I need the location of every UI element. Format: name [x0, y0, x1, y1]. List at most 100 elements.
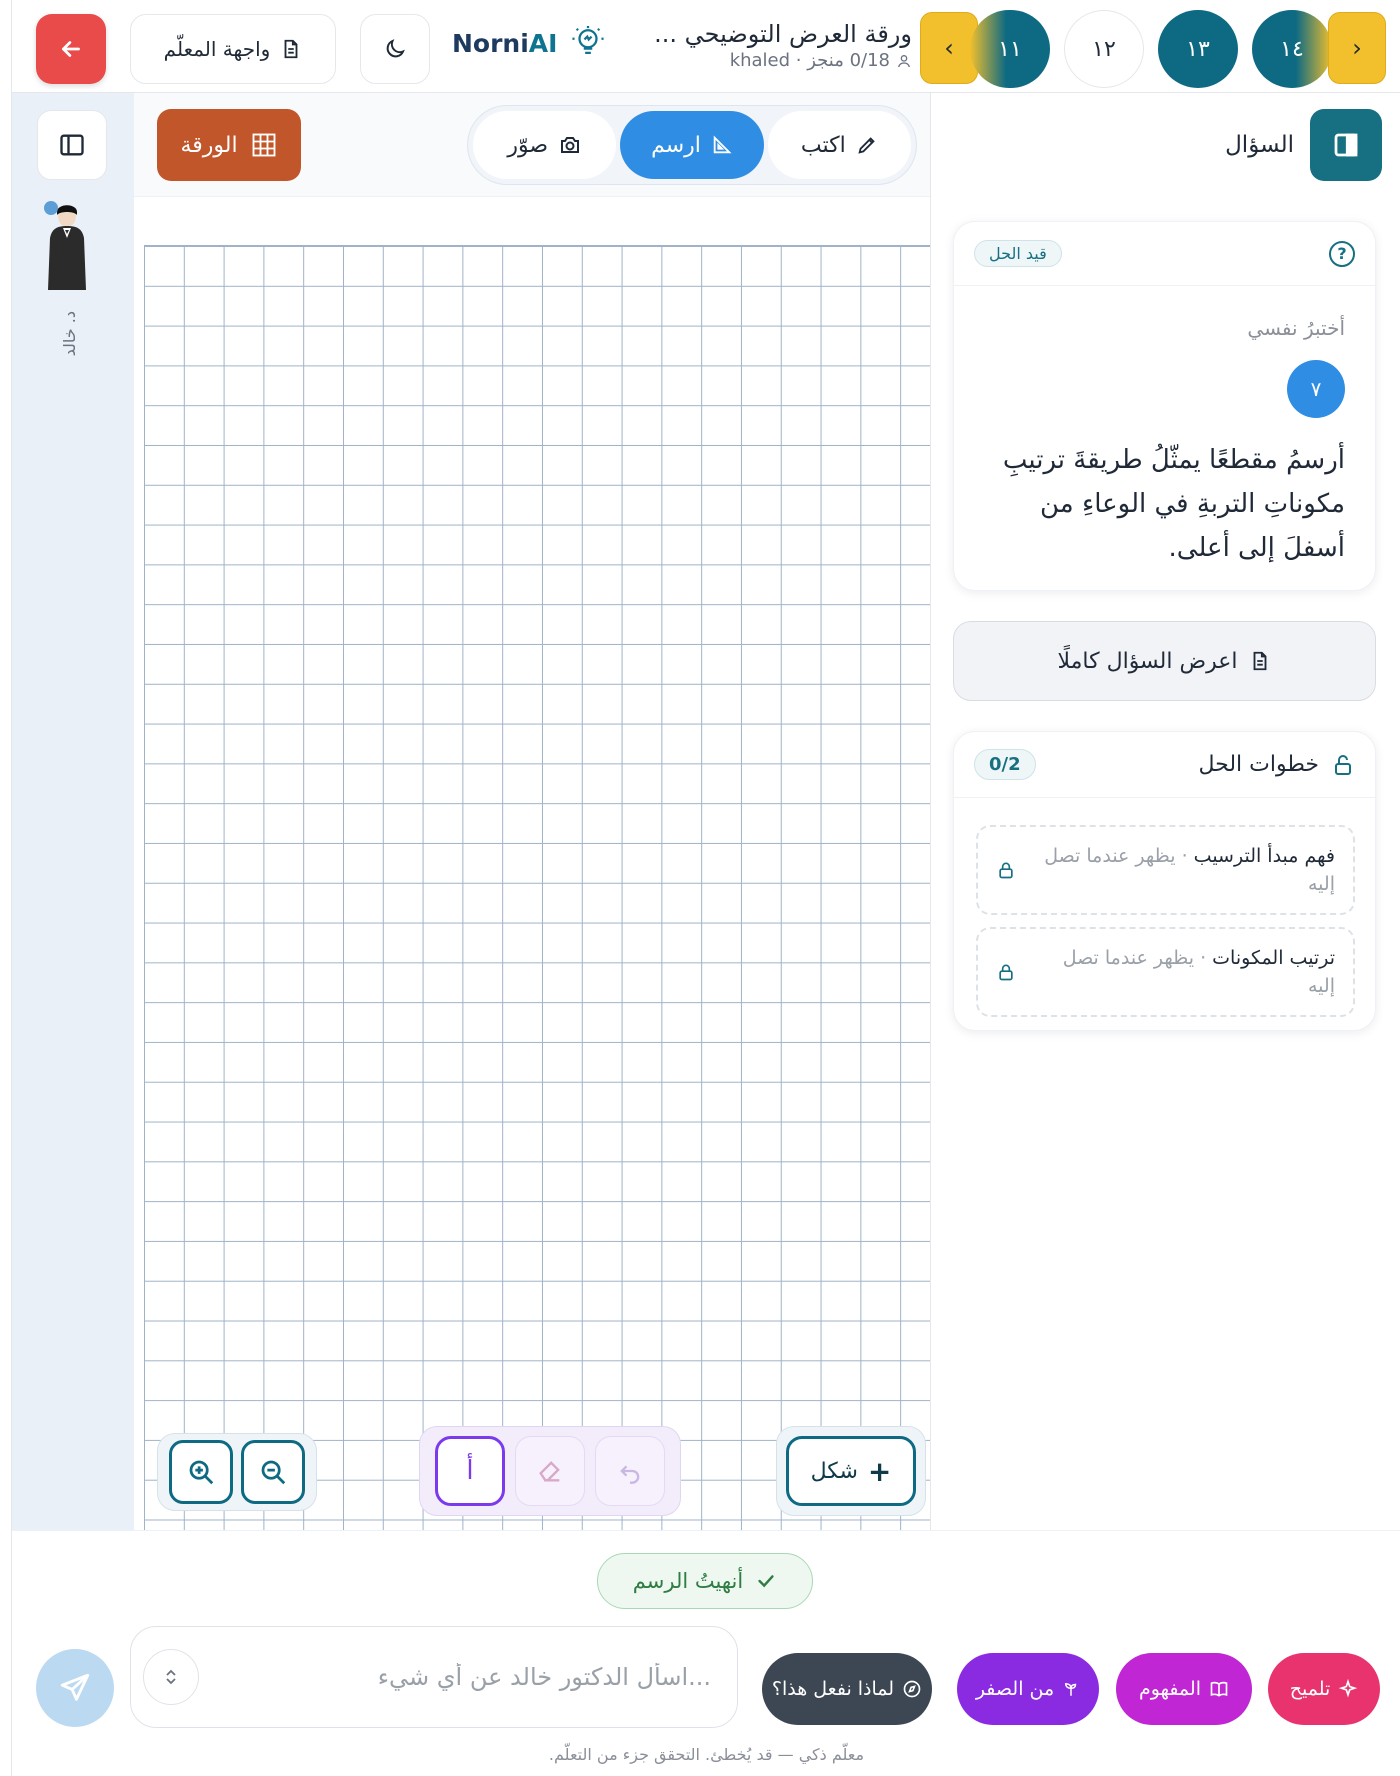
- graph-paper-canvas[interactable]: [144, 245, 930, 1531]
- solution-step-1: فهم مبدأ الترسيب · يظهر عندما تصل إليه: [976, 825, 1355, 915]
- drawing-tools: أ: [419, 1426, 681, 1516]
- eraser-button[interactable]: [515, 1436, 585, 1506]
- brand: NorniAI: [452, 24, 605, 62]
- undo-button[interactable]: [595, 1436, 665, 1506]
- page-14[interactable]: ١٤: [1252, 10, 1332, 88]
- lock-icon: [999, 862, 1013, 879]
- zoom-out-button[interactable]: [241, 1440, 305, 1504]
- panel-toggle-button[interactable]: [1310, 109, 1382, 181]
- mode-write[interactable]: اكتب: [767, 111, 911, 179]
- question-text: أرسمُ مقطعًا يمثّلُ طريقةَ ترتيبِ مكونات…: [1002, 445, 1345, 563]
- sprout-icon: [1065, 1682, 1077, 1696]
- canvas-toolbar: الورقة صوّر ارسم اكتب: [134, 93, 930, 197]
- triangle-ruler-icon: [713, 135, 732, 154]
- zoom-in-icon: [189, 1460, 214, 1485]
- hint-chip[interactable]: تلميح: [1268, 1653, 1380, 1725]
- show-full-question-button[interactable]: اعرض السؤال كاملًا: [953, 621, 1376, 701]
- zoom-in-button[interactable]: [169, 1440, 233, 1504]
- finish-drawing-label: أنهيتُ الرسم: [632, 1569, 744, 1593]
- shape-label: شكل: [810, 1458, 858, 1484]
- grid-icon: [252, 133, 275, 157]
- from-scratch-chip[interactable]: من الصفر: [957, 1653, 1099, 1725]
- document-info: ورقة العرض التوضيحي ... 0/18 منجز · khal…: [622, 20, 912, 71]
- zoom-out-icon: [261, 1460, 286, 1485]
- pencil-icon: [858, 137, 875, 154]
- back-button[interactable]: [36, 14, 106, 84]
- pager-next-button[interactable]: ›: [1328, 12, 1386, 84]
- text-tool-button[interactable]: أ: [435, 1436, 505, 1506]
- expand-stepper[interactable]: [143, 1649, 199, 1705]
- question-number: ٧: [1287, 360, 1345, 418]
- send-button[interactable]: [36, 1649, 114, 1727]
- app-frame: واجهة المعلّم NorniAI ورقة العرض التوضيح…: [11, 0, 1400, 1776]
- question-subtitle: أختبرُ نفسي: [1247, 316, 1345, 340]
- chat-input[interactable]: [211, 1647, 711, 1707]
- zoom-controls: [157, 1433, 317, 1511]
- step-1-text: فهم مبدأ الترسيب · يظهر عندما تصل إليه: [1044, 845, 1335, 895]
- add-shape-button[interactable]: شكل +: [786, 1436, 916, 1506]
- dark-mode-toggle[interactable]: [360, 14, 430, 84]
- camera-icon: [561, 137, 579, 153]
- question-panel: السؤال قيد الحل ? أختبرُ نفسي ٧ أرسمُ مق…: [930, 93, 1400, 1530]
- disclaimer-text: معلّم ذكي — قد يُخطئ. التحقق جزء من التع…: [548, 1745, 865, 1764]
- mode-photo[interactable]: صوّر: [473, 111, 617, 179]
- plus-icon: +: [867, 1454, 892, 1488]
- steps-title: خطوات الحل: [1198, 752, 1355, 777]
- question-card-header: قيد الحل ?: [954, 222, 1375, 286]
- page-11[interactable]: ١١: [970, 10, 1050, 88]
- solution-step-2: ترتيب المكونات · يظهر عندما تصل إليه: [976, 927, 1355, 1017]
- text-tool-glyph: أ: [466, 1456, 474, 1486]
- send-icon: [60, 1673, 90, 1701]
- lock-icon: [999, 964, 1013, 981]
- check-icon: [758, 1575, 774, 1588]
- help-icon[interactable]: ?: [1329, 240, 1355, 267]
- chevron-right-icon: ›: [1352, 34, 1362, 62]
- mode-photo-label: صوّر: [507, 132, 548, 158]
- finish-drawing-button[interactable]: أنهيتُ الرسم: [597, 1553, 813, 1609]
- document-icon: [1254, 651, 1267, 671]
- teacher-view-button[interactable]: واجهة المعلّم: [130, 14, 336, 84]
- step-2-text: ترتيب المكونات · يظهر عندما تصل إليه: [1062, 947, 1335, 997]
- steps-progress-badge: 0/2: [974, 749, 1036, 780]
- document-meta: 0/18 منجز · khaled: [622, 50, 912, 71]
- page-12[interactable]: ١٢: [1064, 10, 1144, 88]
- drawing-area: الورقة صوّر ارسم اكتب أ شكل +: [134, 93, 930, 1531]
- concept-label: المفهوم: [1138, 1678, 1201, 1700]
- page-13[interactable]: ١٣: [1158, 10, 1238, 88]
- undo-icon: [620, 1465, 640, 1484]
- chevron-up-down-icon: [166, 1669, 176, 1685]
- chat-bar: أنهيتُ الرسم لماذا نفعل هذا؟ من الصفر ال…: [12, 1530, 1400, 1776]
- user-icon: [898, 54, 910, 67]
- lightbulb-icon: [572, 26, 605, 55]
- sidebar-toggle-button[interactable]: [37, 110, 107, 180]
- tutor-name: د. خالد: [60, 311, 79, 357]
- shape-controls: شكل +: [776, 1426, 926, 1516]
- progress-meta: 0/18 منجز · khaled: [729, 50, 890, 71]
- arrow-left-icon: [62, 41, 80, 57]
- question-panel-header: السؤال: [931, 93, 1400, 197]
- paper-style-button[interactable]: الورقة: [157, 109, 301, 181]
- show-full-question-label: اعرض السؤال كاملًا: [1057, 648, 1238, 674]
- status-badge: قيد الحل: [974, 240, 1062, 267]
- question-panel-title: السؤال: [1225, 132, 1294, 158]
- why-chip-label: لماذا نفعل هذا؟: [771, 1678, 895, 1700]
- mode-write-label: اكتب: [800, 132, 846, 158]
- question-card: قيد الحل ? أختبرُ نفسي ٧ أرسمُ مقطعًا يم…: [953, 221, 1376, 591]
- chevron-left-icon: ‹: [944, 34, 954, 62]
- solution-steps-card: 0/2 خطوات الحل فهم مبدأ الترسيب · يظهر ع…: [953, 731, 1376, 1031]
- online-status-dot: [44, 201, 58, 215]
- moon-icon: [386, 39, 405, 58]
- unlock-icon: [1335, 754, 1351, 775]
- sidebar-icon: [60, 134, 84, 156]
- mode-draw[interactable]: ارسم: [620, 111, 764, 179]
- panel-icon: [1334, 133, 1358, 157]
- document-title: ورقة العرض التوضيحي ...: [654, 20, 912, 48]
- sparkle-icon: [1338, 1679, 1358, 1698]
- eraser-icon: [539, 1461, 560, 1482]
- left-rail: د. خالد: [12, 93, 134, 1530]
- why-chip[interactable]: لماذا نفعل هذا؟: [762, 1653, 932, 1725]
- solution-steps-header: 0/2 خطوات الحل: [954, 732, 1375, 798]
- concept-chip[interactable]: المفهوم: [1116, 1653, 1252, 1725]
- page-pager: ‹ ١١ ١٢ ١٣ ١٤ ›: [920, 10, 1386, 88]
- from-scratch-label: من الصفر: [975, 1678, 1055, 1700]
